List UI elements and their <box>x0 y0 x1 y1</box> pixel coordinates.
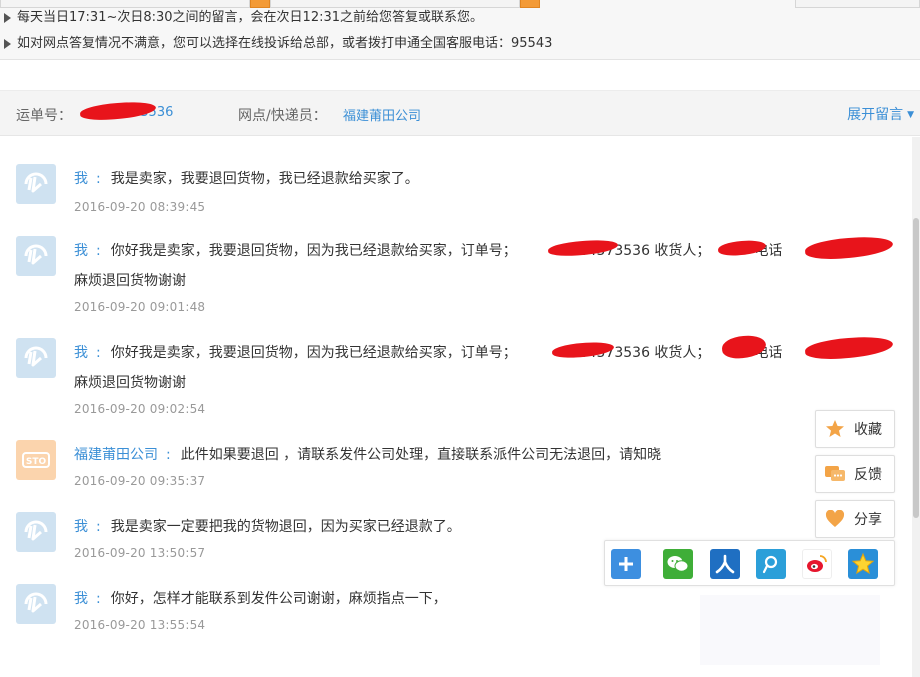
message-content: 你好我是卖家，我要退回货物，因为我已经退款给买家，订单号； <box>110 243 517 259</box>
favorite-button[interactable]: 收藏 <box>815 410 895 448</box>
notice-line-1: 每天当日17:31~次日8:30之间的留言，会在次日12:31之前给您答复或联系… <box>4 6 483 25</box>
message-time: 2016-09-20 09:35:37 <box>74 474 206 488</box>
message-author[interactable]: 我 <box>74 243 88 259</box>
branch-label: 网点/快递员： <box>238 108 327 124</box>
message-header: 我: 我是卖家一定要把我的货物退回，因为买家已经退款了。 <box>74 519 461 535</box>
feedback-button[interactable]: 反馈 <box>815 455 895 493</box>
sina-weibo-icon[interactable] <box>802 549 832 579</box>
message-time: 2016-09-20 13:50:57 <box>74 546 206 560</box>
sto-logo-icon <box>24 244 48 265</box>
message-author[interactable]: 福建莆田公司 <box>74 447 158 463</box>
message-content: 你好我是卖家，我要退回货物，因为我已经退款给买家，订单号； <box>110 345 517 361</box>
sto-logo-icon <box>24 592 48 613</box>
expand-messages-button[interactable]: 展开留言 ▼ <box>847 104 914 124</box>
message-header: 我: 你好我是卖家，我要退回货物，因为我已经退款给买家，订单号； 84573536 … <box>74 345 783 361</box>
message-author[interactable]: 我 <box>74 171 88 187</box>
notice-line-2: 如对网点答复情况不满意，您可以选择在线投诉给总部，或者拨打申通全国客服电话：95… <box>4 32 552 51</box>
scrollbar-thumb[interactable] <box>913 218 919 518</box>
waybill-bar: 运单号： 73536 网点/快递员： 福建莆田公司 展开留言 ▼ <box>0 90 920 136</box>
notice-panel: 每天当日17:31~次日8:30之间的留言，会在次日12:31之前给您答复或联系… <box>0 0 920 60</box>
sto-logo-avatar <box>16 164 56 204</box>
message-content: 你好，怎样才能联系到发件公司谢谢，麻烦指点一下， <box>110 591 447 607</box>
message-author[interactable]: 我 <box>74 345 88 361</box>
message-content: 我是卖家，我要退回货物，我已经退款给买家了。 <box>110 171 419 187</box>
message-content: 此件如果要退回 ，请联系发件公司处理，直接联系派件公司无法退回，请知晓 <box>180 447 662 463</box>
tab-fragment-active[interactable] <box>250 0 270 8</box>
waybill-label: 运单号： <box>16 108 72 124</box>
redaction-mark <box>804 234 894 262</box>
redaction-mark <box>804 334 894 362</box>
message-author[interactable]: 我 <box>74 519 88 535</box>
sto-logo-avatar <box>16 584 56 624</box>
heart-icon <box>824 508 846 530</box>
message-header: 我: 你好我是卖家，我要退回货物，因为我已经退款给买家，订单号； 84573536 … <box>74 243 783 259</box>
qzone-icon[interactable] <box>848 549 878 579</box>
branch-value[interactable]: 福建莆田公司 <box>343 105 421 124</box>
sto-logo-icon <box>24 520 48 541</box>
message-header: 我: 你好，怎样才能联系到发件公司谢谢，麻烦指点一下， <box>74 591 447 607</box>
message-time: 2016-09-20 09:02:54 <box>74 402 206 416</box>
message-header: 福建莆田公司: 此件如果要退回 ，请联系发件公司处理，直接联系派件公司无法退回，请… <box>74 447 662 463</box>
message-time: 2016-09-20 09:01:48 <box>74 300 206 314</box>
sto-logo-avatar <box>16 512 56 552</box>
message-header: 我: 我是卖家，我要退回货物，我已经退款给买家了。 <box>74 171 419 187</box>
message-content-line2: 麻烦退回货物谢谢 <box>74 375 186 391</box>
sto-text-logo-icon: STO <box>22 452 50 468</box>
tencent-weibo-icon[interactable] <box>756 549 786 579</box>
tab-fragment[interactable] <box>270 0 520 8</box>
plus-icon[interactable] <box>611 549 641 579</box>
sto-logo-icon <box>24 346 48 367</box>
blurred-overlay <box>700 595 880 665</box>
tab-fragment[interactable] <box>795 0 920 8</box>
top-tabs <box>0 0 920 8</box>
renren-icon[interactable] <box>710 549 740 579</box>
star-icon <box>824 418 846 440</box>
sto-logo-avatar <box>16 338 56 378</box>
wechat-icon[interactable] <box>663 549 693 579</box>
bullet-arrow-icon <box>4 38 11 49</box>
share-panel <box>604 540 895 586</box>
message-time: 2016-09-20 13:55:54 <box>74 618 206 632</box>
message-author[interactable]: 我 <box>74 591 88 607</box>
chat-bubble-icon <box>824 463 846 485</box>
message-time: 2016-09-20 08:39:45 <box>74 200 206 214</box>
sto-logo-avatar <box>16 236 56 276</box>
sto-logo-avatar: STO <box>16 440 56 480</box>
message-content: 我是卖家一定要把我的货物退回，因为买家已经退款了。 <box>110 519 461 535</box>
bullet-arrow-icon <box>4 12 11 23</box>
message-content-line2: 麻烦退回货物谢谢 <box>74 273 186 289</box>
tab-fragment[interactable] <box>0 0 250 8</box>
share-button[interactable]: 分享 <box>815 500 895 538</box>
svg-text:STO: STO <box>26 457 47 467</box>
tab-fragment-active[interactable] <box>520 0 540 8</box>
sto-logo-icon <box>24 172 48 193</box>
chevron-down-icon: ▼ <box>907 110 914 120</box>
